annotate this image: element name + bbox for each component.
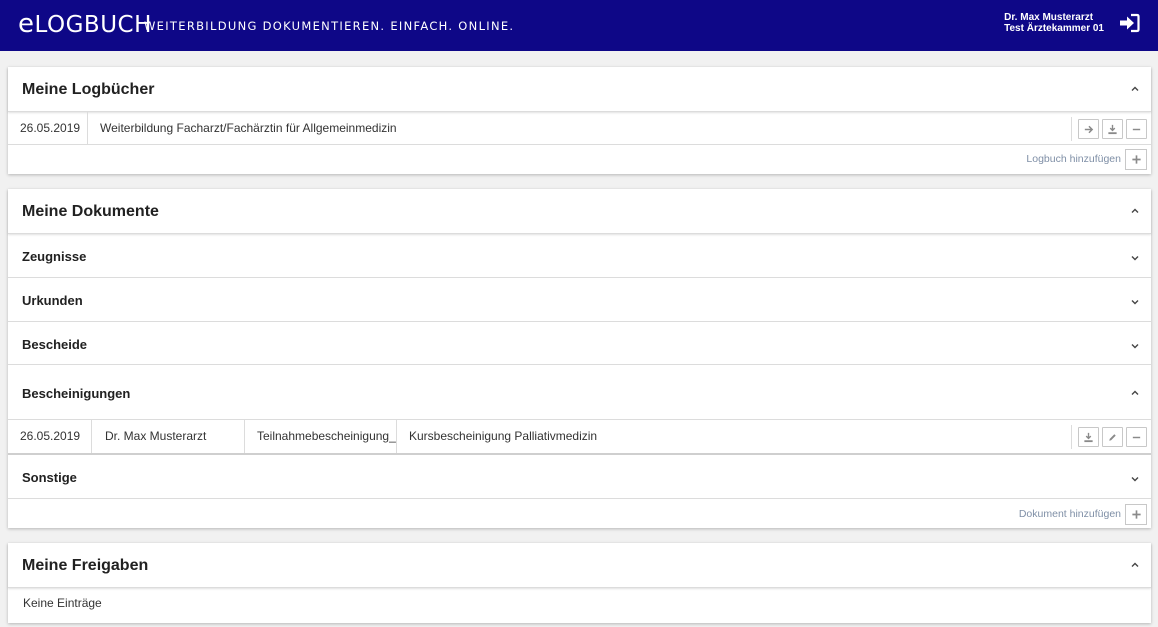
add-logbuch-button[interactable]: Logbuch hinzufügen <box>1026 148 1147 170</box>
chevron-up-icon[interactable] <box>1129 83 1141 95</box>
section-bescheide[interactable]: Bescheide <box>8 322 1151 365</box>
minus-icon <box>1132 436 1141 438</box>
document-title: Kursbescheinigung Palliativmedizin <box>409 429 598 443</box>
download-document-button[interactable] <box>1078 427 1099 447</box>
section-zeugnisse[interactable]: Zeugnisse <box>8 234 1151 278</box>
logbuecher-title: Meine Logbücher <box>22 81 155 98</box>
add-logbuch-label: Logbuch hinzufügen <box>1026 153 1121 165</box>
download-icon <box>1084 432 1093 442</box>
download-logbuch-button[interactable] <box>1102 119 1123 139</box>
plus-icon-box <box>1125 148 1147 170</box>
section-sonstige[interactable]: Sonstige <box>8 455 1151 499</box>
chevron-down-icon[interactable] <box>1129 296 1141 308</box>
section-label: Bescheide <box>22 337 88 352</box>
logbuch-actions <box>1071 117 1147 141</box>
dokumente-title: Meine Dokumente <box>22 203 159 220</box>
document-author: Dr. Max Musterarzt <box>92 420 245 453</box>
section-bescheinigungen[interactable]: Bescheinigungen <box>8 365 1151 420</box>
logo-text: LOGBUCH <box>34 12 152 38</box>
chevron-up-icon[interactable] <box>1129 559 1141 571</box>
chevron-down-icon[interactable] <box>1129 340 1141 352</box>
sign-in-arrow-icon[interactable] <box>1118 13 1140 33</box>
arrow-right-icon <box>1084 125 1094 133</box>
logbuecher-header[interactable]: Meine Logbücher <box>8 67 1151 112</box>
add-document-label: Dokument hinzufügen <box>1018 508 1121 520</box>
app-tagline: WEITERBILDUNG DOKUMENTIEREN. EINFACH. ON… <box>144 19 515 33</box>
top-header: eLOGBUCH WEITERBILDUNG DOKUMENTIEREN. EI… <box>0 0 1158 51</box>
chevron-up-icon[interactable] <box>1129 205 1141 217</box>
pencil-icon <box>1109 433 1116 441</box>
document-type: Teilnahmebescheinigung_ <box>245 420 397 453</box>
empty-state-text: Keine Einträge <box>23 596 102 610</box>
user-info: Dr. Max Musterarzt Test Ärztekammer 01 <box>1004 12 1104 34</box>
freigaben-title: Meine Freigaben <box>22 557 149 574</box>
download-icon <box>1108 124 1117 134</box>
chevron-down-icon[interactable] <box>1129 252 1141 264</box>
plus-icon <box>1131 154 1141 164</box>
freigaben-card: Meine Freigaben Keine Einträge <box>8 543 1151 623</box>
logbuecher-card: Meine Logbücher 26.05.2019 Weiterbildung… <box>8 67 1151 174</box>
document-actions <box>1071 425 1147 449</box>
dokumente-header[interactable]: Meine Dokumente <box>8 189 1151 234</box>
section-label: Urkunden <box>22 293 83 308</box>
open-logbuch-button[interactable] <box>1078 119 1099 139</box>
freigaben-header[interactable]: Meine Freigaben <box>8 543 1151 588</box>
logbuch-row[interactable]: 26.05.2019 Weiterbildung Facharzt/Fachär… <box>8 112 1151 145</box>
bescheinigung-row[interactable]: 26.05.2019 Dr. Max Musterarzt Teilnahmeb… <box>8 420 1151 455</box>
chevron-up-icon[interactable] <box>1129 387 1141 399</box>
chevron-down-icon[interactable] <box>1129 473 1141 485</box>
logo-prefix: e <box>18 9 35 39</box>
document-date: 26.05.2019 <box>8 420 92 453</box>
edit-document-button[interactable] <box>1102 427 1123 447</box>
section-label: Bescheinigungen <box>22 386 131 401</box>
logbuch-name: Weiterbildung Facharzt/Fachärztin für Al… <box>100 121 397 135</box>
dokumente-card: Meine Dokumente Zeugnisse Urkunden Besch… <box>8 189 1151 528</box>
app-logo[interactable]: eLOGBUCH <box>18 9 152 39</box>
add-document-button[interactable]: Dokument hinzufügen <box>1019 503 1147 525</box>
section-urkunden[interactable]: Urkunden <box>8 278 1151 322</box>
plus-icon-box <box>1125 503 1147 525</box>
logbuch-date: 26.05.2019 <box>8 112 88 144</box>
minus-icon <box>1132 128 1141 130</box>
user-organization: Test Ärztekammer 01 <box>1004 23 1104 34</box>
plus-icon <box>1131 509 1141 519</box>
user-name: Dr. Max Musterarzt <box>1004 12 1094 23</box>
section-label: Zeugnisse <box>22 249 87 264</box>
remove-document-button[interactable] <box>1126 427 1147 447</box>
remove-logbuch-button[interactable] <box>1126 119 1147 139</box>
section-label: Sonstige <box>22 470 77 485</box>
